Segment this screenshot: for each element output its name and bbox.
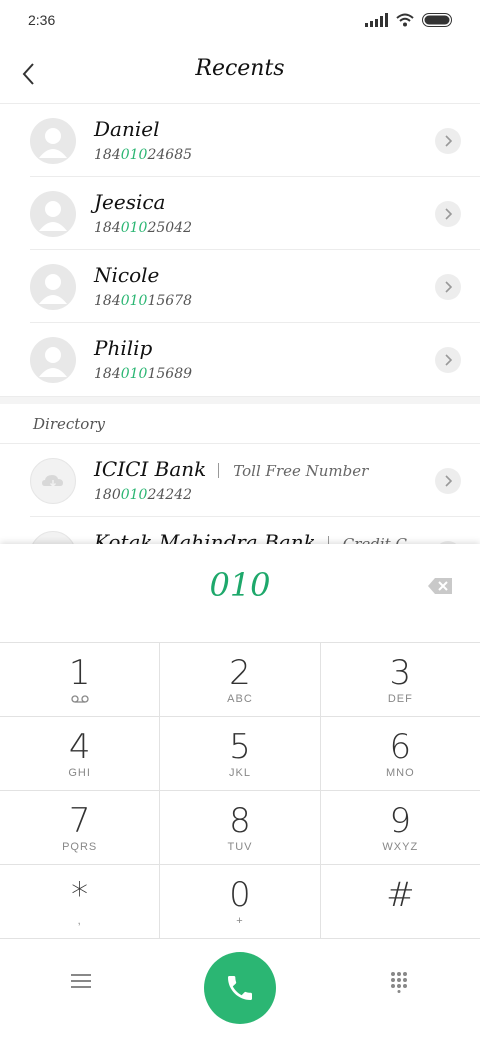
directory-row[interactable]: ICICI Bank Toll Free Number 18001024242 bbox=[0, 444, 480, 517]
key-hash[interactable]: # bbox=[321, 865, 480, 938]
person-icon bbox=[39, 128, 67, 158]
key-9[interactable]: 9 WXYZ bbox=[321, 791, 480, 864]
recent-contact-row[interactable]: Philip 18401015689 bbox=[0, 323, 480, 396]
avatar bbox=[30, 458, 76, 504]
menu-button[interactable] bbox=[70, 972, 92, 990]
phone-icon bbox=[228, 976, 252, 1000]
directory-category: Toll Free Number bbox=[233, 462, 369, 480]
key-4[interactable]: 4 GHI bbox=[0, 717, 161, 790]
recent-contact-row[interactable]: Jeesica 18401025042 bbox=[0, 177, 480, 250]
chevron-right-icon bbox=[445, 475, 452, 487]
key-0[interactable]: 0 + bbox=[160, 865, 321, 938]
chevron-right-icon bbox=[445, 208, 452, 220]
contact-name: Daniel bbox=[94, 117, 160, 141]
key-8[interactable]: 8 TUV bbox=[160, 791, 321, 864]
recent-contact-row[interactable]: Daniel 18401024685 bbox=[0, 104, 480, 177]
dialer-bottom-bar bbox=[0, 938, 480, 1040]
backspace-button[interactable] bbox=[427, 577, 453, 595]
dialpad-icon bbox=[391, 972, 407, 993]
key-5[interactable]: 5 JKL bbox=[160, 717, 321, 790]
details-button[interactable] bbox=[435, 468, 461, 494]
details-button[interactable] bbox=[435, 347, 461, 373]
status-time: 2:36 bbox=[28, 12, 56, 28]
person-icon bbox=[39, 274, 67, 304]
key-3[interactable]: 3 DEF bbox=[321, 643, 480, 716]
status-bar: 2:36 bbox=[0, 0, 480, 44]
chevron-right-icon bbox=[445, 281, 452, 293]
key-2[interactable]: 2 ABC bbox=[160, 643, 321, 716]
directory-name: ICICI Bank Toll Free Number bbox=[94, 457, 369, 481]
dialpad-toggle-button[interactable] bbox=[388, 971, 410, 993]
page-title: Recents bbox=[195, 56, 285, 81]
avatar bbox=[30, 118, 76, 164]
results-list: Daniel 18401024685 Jeesica 18401025042 N… bbox=[0, 104, 480, 590]
key-star[interactable]: * , bbox=[0, 865, 161, 938]
status-icons bbox=[365, 13, 452, 27]
contact-name: Nicole bbox=[94, 263, 160, 287]
avatar bbox=[30, 191, 76, 237]
details-button[interactable] bbox=[435, 201, 461, 227]
dialpad-panel: 010 1 2 ABC 3 DEF 4 GHI 5 JKL 6 MNO 7 PQ… bbox=[0, 544, 480, 1040]
avatar bbox=[30, 337, 76, 383]
dialed-digits[interactable]: 010 bbox=[0, 566, 480, 604]
person-icon bbox=[39, 347, 67, 377]
directory-section-title: Directory bbox=[0, 404, 480, 444]
key-1[interactable]: 1 bbox=[0, 643, 161, 716]
menu-icon bbox=[71, 974, 91, 988]
key-6[interactable]: 6 MNO bbox=[321, 717, 480, 790]
call-button[interactable] bbox=[204, 952, 276, 1024]
voicemail-icon bbox=[71, 695, 89, 703]
contact-number: 18401024685 bbox=[94, 147, 193, 163]
details-button[interactable] bbox=[435, 128, 461, 154]
keypad: 1 2 ABC 3 DEF 4 GHI 5 JKL 6 MNO 7 PQRS 8… bbox=[0, 642, 480, 939]
key-7[interactable]: 7 PQRS bbox=[0, 791, 161, 864]
avatar bbox=[30, 264, 76, 310]
wifi-icon bbox=[396, 13, 414, 27]
directory-number: 18001024242 bbox=[94, 487, 193, 503]
chevron-right-icon bbox=[445, 354, 452, 366]
contact-number: 18401015678 bbox=[94, 293, 193, 309]
section-divider bbox=[0, 396, 480, 404]
contact-name: Jeesica bbox=[94, 190, 166, 214]
cloud-icon bbox=[42, 475, 63, 487]
contact-number: 18401015689 bbox=[94, 366, 193, 382]
details-button[interactable] bbox=[435, 274, 461, 300]
person-icon bbox=[39, 201, 67, 231]
contact-name: Philip bbox=[94, 336, 153, 360]
recent-contact-row[interactable]: Nicole 18401015678 bbox=[0, 250, 480, 323]
contact-number: 18401025042 bbox=[94, 220, 193, 236]
battery-icon bbox=[422, 13, 452, 27]
chevron-right-icon bbox=[445, 135, 452, 147]
backspace-icon bbox=[428, 578, 452, 594]
signal-icon bbox=[365, 13, 388, 27]
app-header: Recents bbox=[0, 44, 480, 104]
